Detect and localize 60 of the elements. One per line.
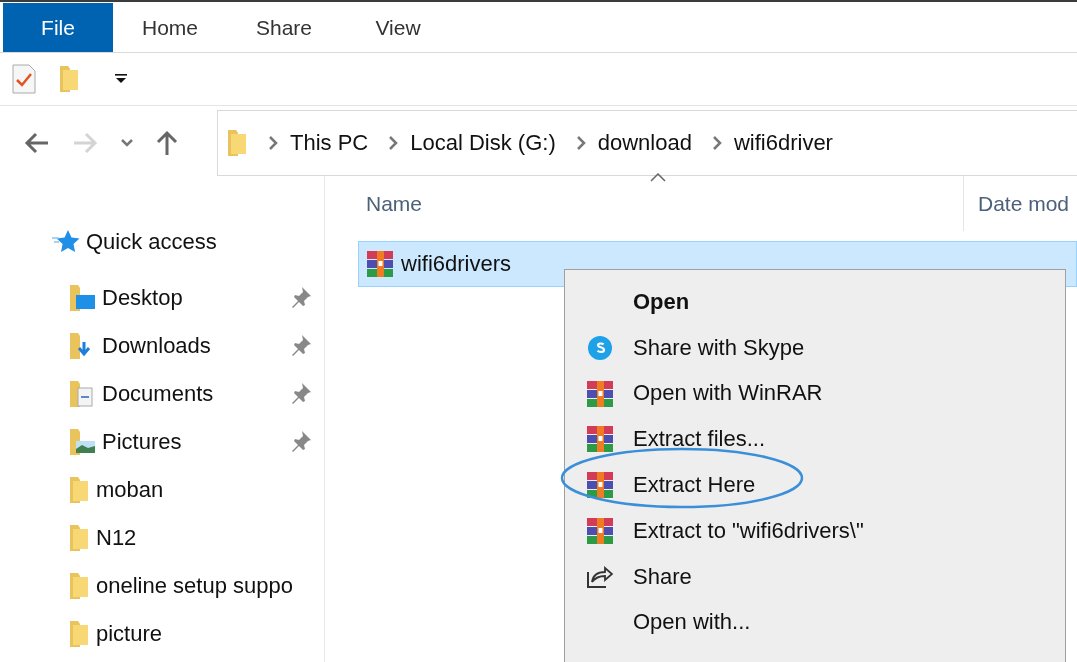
sidebar-item[interactable]: N12 <box>96 525 137 551</box>
desktop-folder-icon <box>68 283 96 313</box>
folder-icon <box>68 475 90 505</box>
star-icon <box>52 229 80 255</box>
ribbon-tab[interactable]: Home <box>113 3 227 52</box>
file-name: wifi6drivers <box>401 251 512 277</box>
ribbon-tab[interactable]: Share <box>227 3 341 52</box>
chevron-icon[interactable] <box>711 135 722 151</box>
address-bar[interactable]: This PC Local Disk (G:) download wifi6driver <box>217 110 1077 176</box>
breadcrumb-item[interactable]: Local Disk (G:) <box>410 130 556 156</box>
winrar-icon <box>587 472 613 499</box>
menu-item[interactable]: Share with Skype <box>633 334 805 361</box>
sidebar-item[interactable]: Downloads <box>102 333 211 359</box>
folder-icon <box>68 619 90 649</box>
menu-item[interactable]: Extract Here <box>633 472 756 499</box>
chevron-icon[interactable] <box>388 135 399 151</box>
folder-icon <box>68 571 90 601</box>
column-header[interactable]: Date mod <box>963 176 1077 231</box>
properties-icon[interactable] <box>12 64 36 94</box>
menu-item[interactable]: Open with... <box>633 609 751 636</box>
chevron-icon[interactable] <box>575 135 586 151</box>
sidebar-item[interactable]: picture <box>96 621 163 647</box>
menu-item[interactable]: Open <box>633 288 690 315</box>
breadcrumb-item[interactable]: wifi6driver <box>733 130 833 156</box>
folder-icon <box>226 128 248 158</box>
chevron-icon[interactable] <box>268 135 278 151</box>
sidebar-item[interactable]: Pictures <box>102 429 182 455</box>
ribbon-tab[interactable]: View <box>341 3 455 52</box>
winrar-icon <box>587 426 613 453</box>
back-icon[interactable] <box>24 132 50 154</box>
quick-access-label[interactable]: Quick access <box>86 229 217 255</box>
pin-icon <box>290 382 312 404</box>
menu-item[interactable]: Extract to "wifi6drivers\" <box>633 517 864 544</box>
menu-item[interactable]: Open with WinRAR <box>633 380 823 407</box>
new-folder-icon <box>58 64 80 94</box>
pin-icon <box>290 334 312 356</box>
documents-folder-icon <box>68 379 96 409</box>
pin-icon <box>290 430 312 452</box>
winrar-icon <box>587 518 613 544</box>
column-header[interactable]: Name <box>358 176 963 231</box>
up-icon[interactable] <box>156 130 178 156</box>
winrar-icon <box>587 380 613 407</box>
sidebar-item[interactable]: Desktop <box>102 285 183 311</box>
sidebar-item[interactable]: Documents <box>102 381 214 407</box>
skype-icon <box>587 334 613 361</box>
folder-icon <box>68 523 90 553</box>
winrar-icon <box>367 251 393 277</box>
menu-item[interactable]: Extract files... <box>633 426 766 453</box>
sidebar-item[interactable]: moban <box>96 477 164 503</box>
breadcrumb-item[interactable]: This PC <box>290 130 369 156</box>
breadcrumb-item[interactable]: download <box>597 130 692 156</box>
pictures-folder-icon <box>68 427 96 457</box>
recent-locations-icon[interactable] <box>120 138 134 148</box>
menu-item[interactable]: Share <box>633 563 692 590</box>
ribbon-tab[interactable]: File <box>3 3 113 52</box>
dropdown-icon[interactable] <box>114 74 128 84</box>
pin-icon <box>290 286 312 308</box>
share-icon <box>587 563 613 588</box>
sort-caret-icon <box>650 173 666 182</box>
sidebar-item[interactable]: oneline setup suppo <box>96 573 293 599</box>
